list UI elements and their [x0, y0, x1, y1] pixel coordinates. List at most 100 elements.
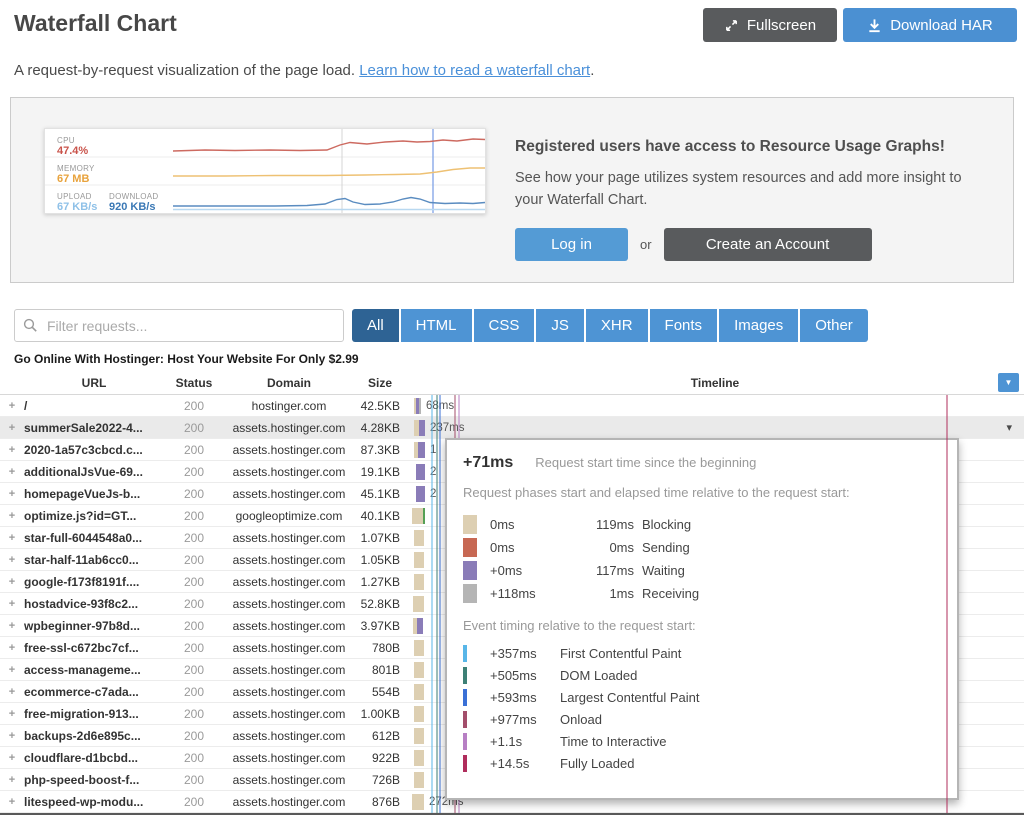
event-name: DOM Loaded	[560, 668, 637, 683]
expand-icon[interactable]: +	[0, 400, 24, 412]
request-domain: assets.hostinger.com	[224, 773, 354, 787]
status-code: 200	[164, 421, 224, 435]
request-domain: assets.hostinger.com	[224, 795, 354, 809]
tooltip-event-list: +357msFirst Contentful Paint+505msDOM Lo…	[463, 642, 941, 774]
expand-icon[interactable]: +	[0, 752, 24, 764]
request-tooltip: +71ms Request start time since the begin…	[445, 438, 959, 800]
request-url: cloudflare-d1bcbd...	[24, 751, 164, 765]
event-row-first-contentful-paint: +357msFirst Contentful Paint	[463, 642, 941, 664]
status-code: 200	[164, 553, 224, 567]
col-url[interactable]: URL	[24, 376, 164, 390]
event-line-dom-loaded	[436, 395, 438, 813]
tab-other[interactable]: Other	[800, 309, 868, 342]
bar-segment-tan	[414, 684, 424, 700]
hostinger-ad-text: Go Online With Hostinger: Host Your Webs…	[14, 352, 359, 366]
event-name: First Contentful Paint	[560, 646, 681, 661]
expand-icon[interactable]: +	[0, 708, 24, 720]
event-time: +14.5s	[490, 756, 560, 771]
event-row-largest-contentful-paint: +593msLargest Contentful Paint	[463, 686, 941, 708]
tooltip-phases-caption: Request phases start and elapsed time re…	[463, 484, 893, 502]
phase-row-sending: 0ms0msSending	[463, 536, 941, 559]
timeline-options-button[interactable]: ▼	[998, 373, 1019, 392]
expand-icon[interactable]: +	[0, 598, 24, 610]
promo-box: CPU 47.4% MEMORY 67 MB UPLOAD 67 KB/s DO…	[10, 97, 1014, 283]
expand-icon[interactable]: +	[0, 488, 24, 500]
resource-usage-preview: CPU 47.4% MEMORY 67 MB UPLOAD 67 KB/s DO…	[44, 128, 486, 214]
request-size: 3.97KB	[354, 619, 406, 633]
dropdown-arrow-icon: ▼	[1005, 378, 1013, 387]
expand-icon[interactable]: +	[0, 554, 24, 566]
filter-requests-input[interactable]	[14, 309, 344, 342]
sending-swatch-icon	[463, 538, 477, 557]
promo-body: See how your page utilizes system resour…	[515, 168, 993, 212]
event-name: Fully Loaded	[560, 756, 634, 771]
expand-icon[interactable]: +	[0, 686, 24, 698]
request-domain: assets.hostinger.com	[224, 641, 354, 655]
expand-icon[interactable]: +	[0, 620, 24, 632]
create-account-button[interactable]: Create an Account	[664, 228, 872, 261]
subtitle-period: .	[590, 62, 594, 79]
phase-duration: 0ms	[556, 540, 634, 555]
event-time: +977ms	[490, 712, 560, 727]
timeline-bar	[413, 618, 423, 634]
request-domain: assets.hostinger.com	[224, 443, 354, 457]
timeline-cell: 237ms	[406, 417, 1024, 438]
row-caret-icon[interactable]: ▾	[1006, 421, 1012, 434]
expand-icon[interactable]: +	[0, 444, 24, 456]
expand-icon[interactable]: +	[0, 510, 24, 522]
expand-icon[interactable]: +	[0, 576, 24, 588]
tooltip-events-caption: Event timing relative to the request sta…	[463, 618, 941, 633]
fullscreen-button[interactable]: Fullscreen	[703, 8, 837, 42]
table-row[interactable]: +/200hostinger.com42.5KB68ms	[0, 395, 1024, 417]
cpu-label: CPU	[57, 137, 75, 145]
expand-icon[interactable]: +	[0, 422, 24, 434]
login-button[interactable]: Log in	[515, 228, 628, 261]
col-timeline[interactable]: Timeline	[406, 376, 1024, 390]
status-code: 200	[164, 685, 224, 699]
phase-name: Receiving	[642, 586, 699, 601]
col-domain[interactable]: Domain	[224, 376, 354, 390]
tab-all[interactable]: All	[352, 309, 399, 342]
event-row-onload: +977msOnload	[463, 708, 941, 730]
cpu-sparkline	[173, 139, 485, 151]
download-har-button[interactable]: Download HAR	[843, 8, 1017, 42]
bar-segment-tan	[414, 706, 424, 722]
event-line-fully-loaded	[946, 395, 948, 813]
col-size[interactable]: Size	[354, 376, 406, 390]
request-domain: assets.hostinger.com	[224, 421, 354, 435]
tab-images[interactable]: Images	[719, 309, 798, 342]
request-domain: assets.hostinger.com	[224, 663, 354, 677]
table-row[interactable]: +summerSale2022-4...200assets.hostinger.…	[0, 417, 1024, 439]
request-url: backups-2d6e895c...	[24, 729, 164, 743]
tab-fonts[interactable]: Fonts	[650, 309, 718, 342]
request-size: 1.00KB	[354, 707, 406, 721]
or-label: or	[640, 237, 652, 252]
tooltip-header: +71ms Request start time since the begin…	[463, 454, 941, 472]
request-url: php-speed-boost-f...	[24, 773, 164, 787]
subtitle-text: A request-by-request visualization of th…	[14, 62, 359, 79]
request-size: 87.3KB	[354, 443, 406, 457]
tab-css[interactable]: CSS	[474, 309, 535, 342]
bar-segment-gray	[419, 398, 421, 414]
page-title: Waterfall Chart	[14, 10, 177, 37]
expand-icon[interactable]: +	[0, 532, 24, 544]
expand-icon[interactable]: +	[0, 730, 24, 742]
request-domain: assets.hostinger.com	[224, 685, 354, 699]
phase-name: Blocking	[642, 517, 691, 532]
request-url: /	[24, 399, 164, 413]
download-label: DOWNLOAD	[109, 193, 159, 201]
expand-icon[interactable]: +	[0, 774, 24, 786]
expand-icon[interactable]: +	[0, 664, 24, 676]
receiving-swatch-icon	[463, 584, 477, 603]
waterfall-help-link[interactable]: Learn how to read a waterfall chart	[359, 62, 590, 79]
request-size: 19.1KB	[354, 465, 406, 479]
expand-icon[interactable]: +	[0, 466, 24, 478]
col-status[interactable]: Status	[164, 376, 224, 390]
tab-js[interactable]: JS	[536, 309, 584, 342]
tab-html[interactable]: HTML	[401, 309, 472, 342]
bar-segment-purple	[417, 618, 423, 634]
tab-xhr[interactable]: XHR	[586, 309, 648, 342]
expand-icon[interactable]: +	[0, 642, 24, 654]
expand-icon[interactable]: +	[0, 796, 24, 808]
timeline-bar	[416, 464, 425, 480]
